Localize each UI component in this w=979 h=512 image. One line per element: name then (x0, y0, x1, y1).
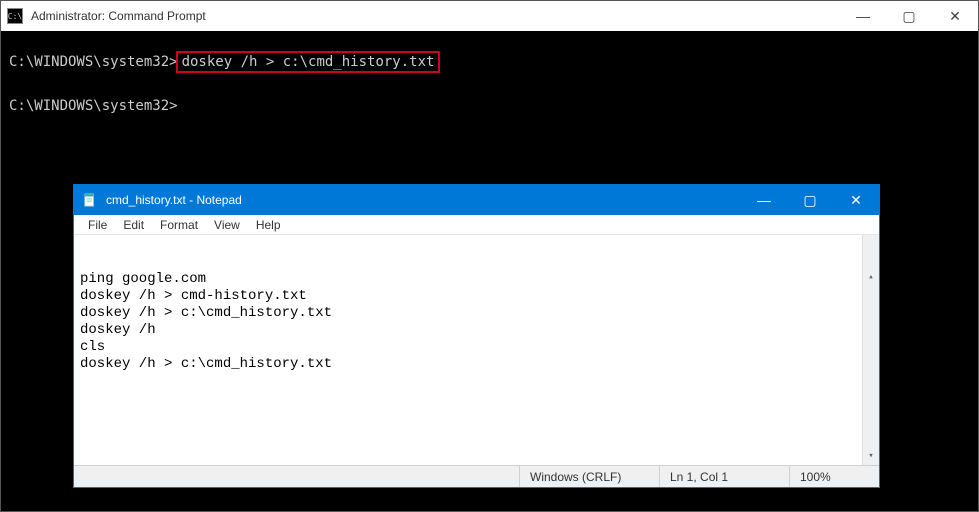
cmd-line-1: C:\WINDOWS\system32>doskey /h > c:\cmd_h… (9, 51, 970, 73)
text-line: ping google.com (80, 271, 873, 288)
minimize-button[interactable]: — (840, 1, 886, 31)
close-button[interactable]: ✕ (833, 185, 879, 215)
notepad-text-area[interactable]: ping google.comdoskey /h > cmd-history.t… (74, 235, 879, 465)
notepad-window: cmd_history.txt - Notepad — ▢ ✕ File Edi… (73, 184, 880, 488)
text-line: doskey /h > cmd-history.txt (80, 288, 873, 305)
status-encoding: Windows (CRLF) (519, 466, 659, 487)
highlighted-command: doskey /h > c:\cmd_history.txt (176, 51, 441, 73)
menu-edit[interactable]: Edit (115, 216, 152, 234)
text-line: doskey /h (80, 322, 873, 339)
notepad-icon (82, 192, 98, 208)
maximize-button[interactable]: ▢ (787, 185, 833, 215)
notepad-window-controls: — ▢ ✕ (741, 185, 879, 215)
menu-view[interactable]: View (206, 216, 248, 234)
text-line: doskey /h > c:\cmd_history.txt (80, 356, 873, 373)
maximize-button[interactable]: ▢ (886, 1, 932, 31)
minimize-button[interactable]: — (741, 185, 787, 215)
cmd-prompt: C:\WINDOWS\system32> (9, 54, 178, 70)
menu-format[interactable]: Format (152, 216, 206, 234)
text-line: cls (80, 339, 873, 356)
cmd-window-controls: — ▢ ✕ (840, 1, 978, 31)
vertical-scrollbar[interactable]: ▴ ▾ (862, 235, 879, 465)
notepad-menubar: File Edit Format View Help (74, 215, 879, 235)
cmd-blank-line (9, 73, 970, 95)
scroll-down-arrow-icon[interactable]: ▾ (863, 448, 879, 465)
close-button[interactable]: ✕ (932, 1, 978, 31)
text-line: doskey /h > c:\cmd_history.txt (80, 305, 873, 322)
status-spacer (74, 466, 519, 487)
scroll-up-arrow-icon[interactable]: ▴ (863, 269, 879, 286)
status-zoom: 100% (789, 466, 879, 487)
menu-file[interactable]: File (80, 216, 115, 234)
cmd-titlebar[interactable]: C:\ Administrator: Command Prompt — ▢ ✕ (1, 1, 978, 31)
menu-help[interactable]: Help (248, 216, 289, 234)
notepad-titlebar[interactable]: cmd_history.txt - Notepad — ▢ ✕ (74, 185, 879, 215)
cmd-title: Administrator: Command Prompt (31, 9, 840, 23)
cmd-line-2: C:\WINDOWS\system32> (9, 95, 970, 117)
notepad-title: cmd_history.txt - Notepad (106, 193, 741, 207)
cmd-terminal-area[interactable]: C:\WINDOWS\system32>doskey /h > c:\cmd_h… (1, 31, 978, 117)
notepad-statusbar: Windows (CRLF) Ln 1, Col 1 100% (74, 465, 879, 487)
cmd-icon: C:\ (7, 8, 23, 24)
status-position: Ln 1, Col 1 (659, 466, 789, 487)
